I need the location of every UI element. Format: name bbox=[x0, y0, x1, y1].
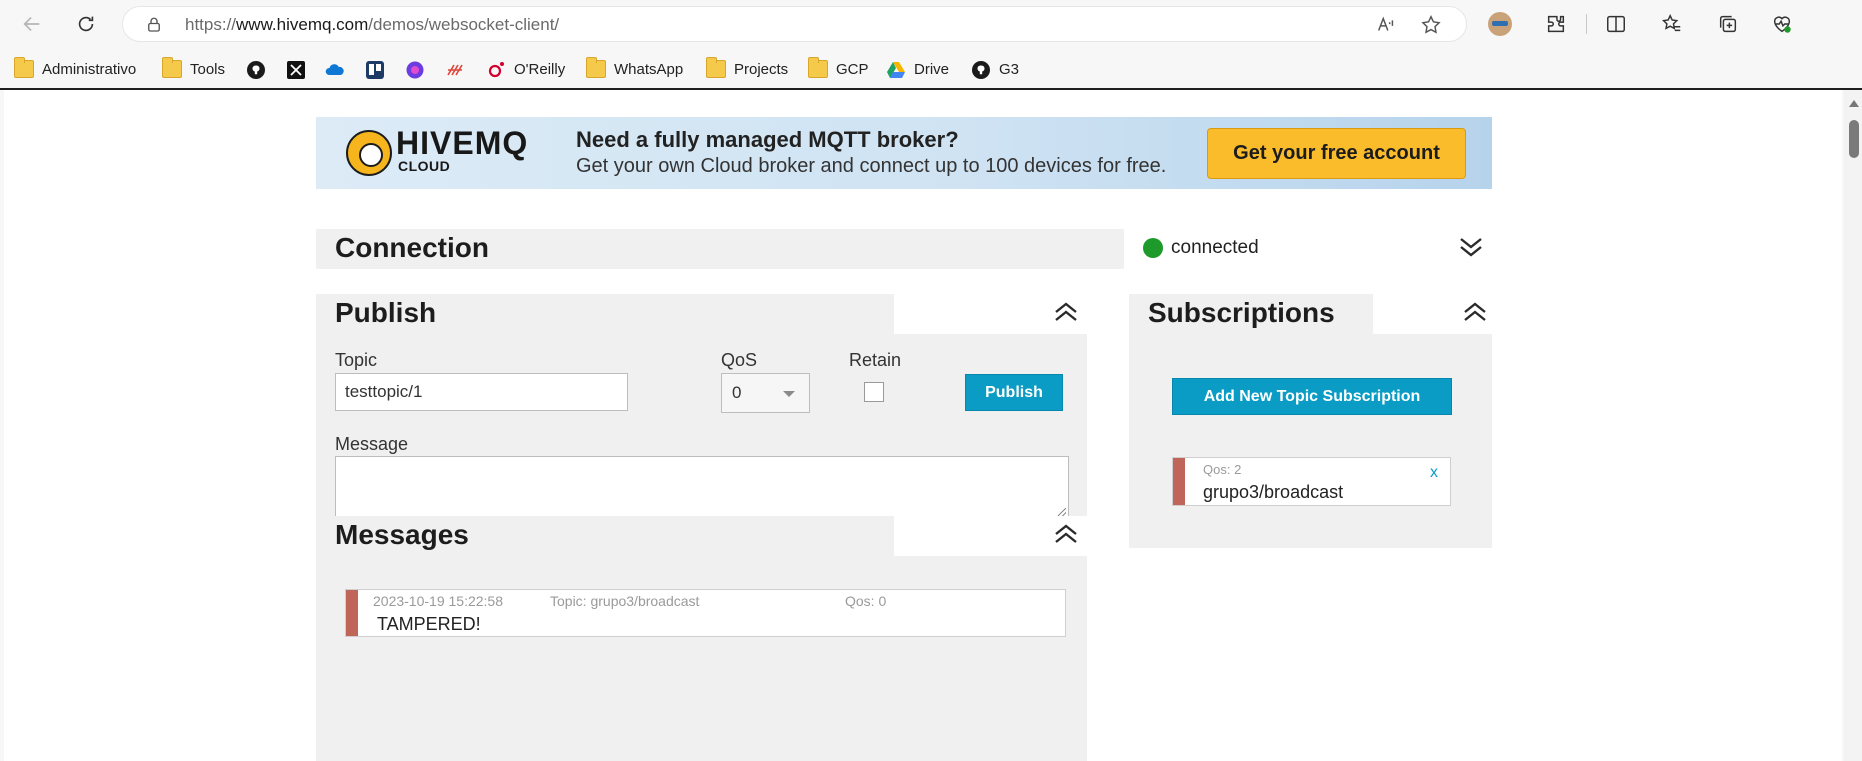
subscription-qos: Qos: 2 bbox=[1203, 462, 1242, 477]
folder-icon bbox=[808, 57, 828, 78]
oreilly-icon bbox=[486, 60, 506, 78]
github-icon bbox=[246, 60, 266, 79]
folder-icon bbox=[586, 57, 606, 78]
drive-icon bbox=[886, 60, 906, 78]
subscriptions-panel bbox=[1129, 334, 1492, 548]
bookmark-trello[interactable] bbox=[365, 58, 393, 80]
bookmark-x[interactable] bbox=[286, 58, 314, 80]
publish-title: Publish bbox=[335, 297, 437, 328]
bookmark-onedrive[interactable] bbox=[325, 58, 353, 80]
favorite-star-icon[interactable] bbox=[1420, 14, 1442, 36]
copilot-icon bbox=[405, 60, 425, 79]
back-icon[interactable] bbox=[16, 8, 48, 40]
extensions-icon[interactable] bbox=[1540, 8, 1572, 40]
qos-select[interactable]: 0 bbox=[721, 373, 810, 413]
logo-subtitle: CLOUD bbox=[398, 158, 451, 174]
message-textarea[interactable] bbox=[335, 456, 1069, 520]
add-subscription-button[interactable]: Add New Topic Subscription bbox=[1172, 378, 1452, 415]
address-bar[interactable]: https://www.hivemq.com/demos/websocket-c… bbox=[122, 6, 1467, 42]
lock-icon bbox=[145, 16, 163, 34]
message-timestamp: 2023-10-19 15:22:58 bbox=[373, 593, 503, 609]
bookmark-copilot[interactable] bbox=[405, 58, 433, 80]
toolbar-divider bbox=[1586, 14, 1587, 34]
folder-icon bbox=[706, 57, 726, 78]
hivemq-bee-logo-icon bbox=[346, 130, 392, 176]
trello-icon bbox=[365, 60, 385, 79]
profile-avatar-icon[interactable] bbox=[1488, 12, 1512, 36]
bookmark-drive[interactable]: Drive bbox=[886, 58, 949, 80]
subscription-item[interactable]: Qos: 2 grupo3/broadcast x bbox=[1172, 457, 1451, 506]
connection-status: connected bbox=[1171, 237, 1259, 258]
publish-topic-input[interactable]: testtopic/1 bbox=[335, 373, 628, 411]
topic-label: Topic bbox=[335, 350, 378, 370]
scrollbar-thumb[interactable] bbox=[1849, 120, 1859, 158]
publish-button[interactable]: Publish bbox=[965, 374, 1063, 411]
message-color-strip bbox=[346, 590, 358, 636]
github-icon bbox=[971, 60, 991, 79]
bookmark-g3[interactable]: G3 bbox=[971, 58, 1019, 80]
bookmark-projects[interactable]: Projects bbox=[706, 57, 788, 80]
folder-icon bbox=[162, 57, 182, 78]
connection-title: Connection bbox=[335, 232, 489, 263]
collections-icon[interactable] bbox=[1712, 8, 1744, 40]
qos-label: QoS bbox=[721, 350, 758, 370]
unsubscribe-button[interactable]: x bbox=[1430, 464, 1438, 482]
messages-title: Messages bbox=[335, 519, 469, 550]
browser-toolbar: https://www.hivemq.com/demos/websocket-c… bbox=[0, 0, 1862, 48]
qos-value: 0 bbox=[732, 383, 742, 402]
chevron-down-icon bbox=[783, 391, 795, 397]
app-icon bbox=[445, 60, 465, 78]
folder-icon bbox=[14, 57, 34, 78]
collapse-messages-icon[interactable] bbox=[1053, 521, 1079, 547]
page-scrollbar[interactable] bbox=[1844, 90, 1862, 761]
bookmark-tools[interactable]: Tools bbox=[162, 57, 225, 80]
retain-label: Retain bbox=[849, 350, 902, 370]
read-aloud-icon[interactable] bbox=[1375, 14, 1397, 36]
collapse-subscriptions-icon[interactable] bbox=[1462, 299, 1488, 325]
bookmark-administrativo[interactable]: Administrativo bbox=[14, 57, 136, 80]
bookmarks-bar: Administrativo Tools O'Reilly WhatsApp P… bbox=[0, 48, 1862, 88]
browser-essentials-icon[interactable] bbox=[1766, 8, 1798, 40]
bookmark-whatsapp[interactable]: WhatsApp bbox=[586, 57, 683, 80]
bookmark-github[interactable] bbox=[246, 58, 274, 80]
subscription-color-strip[interactable] bbox=[1173, 458, 1185, 505]
message-payload: TAMPERED! bbox=[377, 614, 481, 634]
subscriptions-title: Subscriptions bbox=[1148, 297, 1335, 328]
messages-panel bbox=[316, 556, 1087, 761]
expand-connection-icon[interactable] bbox=[1458, 234, 1484, 260]
url-text: https://www.hivemq.com/demos/websocket-c… bbox=[185, 15, 560, 34]
bookmark-app[interactable] bbox=[445, 58, 473, 80]
message-qos: Qos: 0 bbox=[845, 593, 887, 609]
retain-checkbox[interactable] bbox=[864, 382, 884, 402]
status-indicator-icon bbox=[1143, 238, 1163, 258]
message-item: 2023-10-19 15:22:58 Topic: grupo3/broadc… bbox=[345, 589, 1066, 637]
logo-text: HIVEMQ bbox=[396, 125, 529, 161]
banner-subtitle: Get your own Cloud broker and connect up… bbox=[576, 155, 1167, 177]
free-account-button[interactable]: Get your free account bbox=[1207, 128, 1466, 179]
x-icon bbox=[286, 60, 306, 79]
bookmark-gcp[interactable]: GCP bbox=[808, 57, 869, 80]
promo-banner: HIVEMQ CLOUD Need a fully managed MQTT b… bbox=[316, 117, 1492, 189]
favorites-icon[interactable] bbox=[1656, 8, 1688, 40]
bookmark-oreilly[interactable]: O'Reilly bbox=[486, 58, 565, 80]
collapse-publish-icon[interactable] bbox=[1053, 299, 1079, 325]
split-screen-icon[interactable] bbox=[1600, 8, 1632, 40]
subscription-topic: grupo3/broadcast bbox=[1203, 482, 1344, 502]
onedrive-icon bbox=[325, 60, 345, 78]
page-viewport: HIVEMQ CLOUD Need a fully managed MQTT b… bbox=[4, 90, 1842, 761]
message-label: Message bbox=[335, 434, 409, 454]
message-topic: Topic: grupo3/broadcast bbox=[550, 593, 700, 609]
scroll-up-icon[interactable] bbox=[1849, 100, 1859, 107]
banner-title: Need a fully managed MQTT broker? bbox=[576, 127, 959, 152]
refresh-icon[interactable] bbox=[70, 8, 102, 40]
